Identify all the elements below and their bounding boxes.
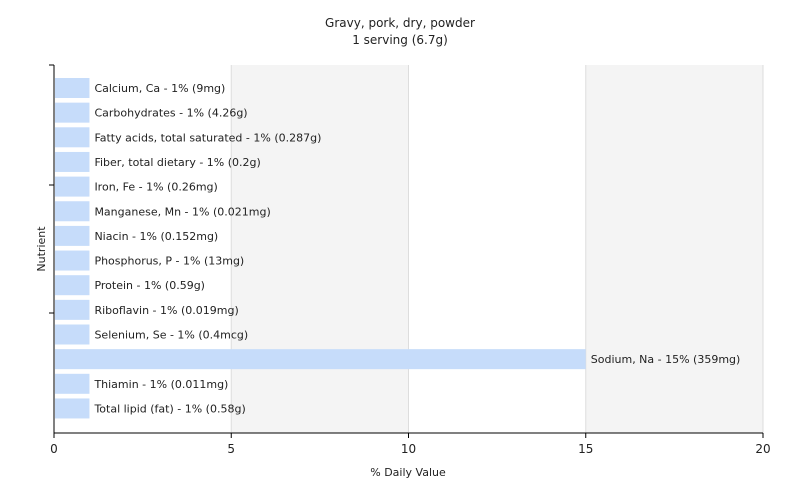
bar-data-label: Manganese, Mn - 1% (0.021mg)	[94, 205, 270, 218]
chart-container: Calcium, Ca - 1% (9mg) Carbohydrates - 1%…	[0, 0, 800, 500]
bar	[55, 398, 90, 419]
bar-data-label: Phosphorus, P - 1% (13mg)	[94, 255, 244, 268]
bar	[55, 275, 90, 296]
x-tick-label: 5	[227, 442, 235, 456]
y-axis-title: Nutrient	[35, 226, 48, 272]
bar	[55, 225, 90, 246]
bar-data-label: Carbohydrates - 1% (4.26g)	[94, 107, 247, 120]
bar-data-label: Fatty acids, total saturated - 1% (0.287…	[94, 131, 321, 144]
bar-data-label: Riboflavin - 1% (0.019mg)	[94, 304, 238, 317]
bar	[55, 201, 90, 222]
bar-data-label: Fiber, total dietary - 1% (0.2g)	[94, 156, 260, 169]
bar	[55, 373, 90, 394]
bar	[55, 299, 90, 320]
bar-data-label: Total lipid (fat) - 1% (0.58g)	[93, 402, 245, 415]
bar	[55, 78, 90, 98]
x-tick-label: 10	[401, 442, 416, 456]
plot-band	[231, 65, 409, 433]
x-axis-title: % Daily Value	[370, 466, 446, 479]
bar-data-label: Protein - 1% (0.59g)	[94, 279, 205, 292]
bar	[55, 127, 90, 148]
bar	[55, 250, 90, 271]
chart-svg: Calcium, Ca - 1% (9mg) Carbohydrates - 1%…	[35, 16, 771, 479]
bar	[55, 102, 90, 123]
plot-band	[585, 65, 763, 433]
bar-data-label: Sodium, Na - 15% (359mg)	[591, 353, 741, 366]
x-tick-label: 20	[755, 442, 770, 456]
chart-subtitle: 1 serving (6.7g)	[352, 33, 448, 47]
x-tick-label: 15	[578, 442, 593, 456]
x-tick-label: 0	[50, 442, 58, 456]
bar-data-label: Thiamin - 1% (0.011mg)	[93, 378, 228, 391]
bar-data-label: Iron, Fe - 1% (0.26mg)	[94, 181, 217, 194]
bar	[55, 324, 90, 345]
bar-data-label: Niacin - 1% (0.152mg)	[94, 230, 218, 243]
chart-title: Gravy, pork, dry, powder	[325, 16, 475, 30]
bar-data-label: Selenium, Se - 1% (0.4mcg)	[94, 329, 248, 342]
bar	[55, 349, 586, 370]
plot-band	[408, 65, 586, 433]
bar	[55, 176, 90, 197]
bar-data-label: Calcium, Ca - 1% (9mg)	[94, 82, 225, 95]
bar	[55, 151, 90, 172]
